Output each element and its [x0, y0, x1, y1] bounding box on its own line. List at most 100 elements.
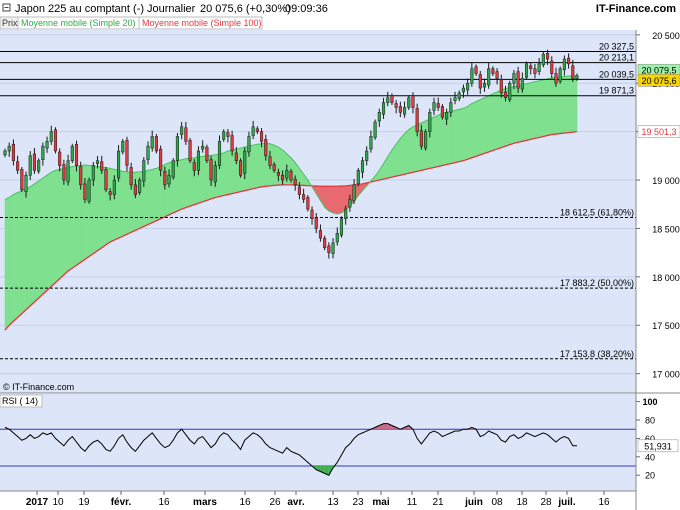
ma-fill-segment — [257, 143, 262, 189]
candle-body — [28, 155, 32, 176]
rsi-y-tick-label: 20 — [645, 471, 655, 481]
level-label: 20 213,1 — [599, 53, 634, 63]
x-tick-label: 16 — [598, 497, 610, 508]
candle-body — [499, 79, 503, 94]
ma-fill-segment — [8, 193, 14, 326]
candle-body — [32, 153, 36, 171]
candle-body — [352, 184, 356, 201]
candle-body — [377, 112, 381, 122]
candle-body — [41, 145, 45, 160]
candle-body — [209, 159, 213, 181]
candle-body — [247, 136, 251, 153]
level-label: 17 883,2 (50,00%) — [560, 278, 634, 288]
candle-body — [386, 97, 390, 103]
ma-fill-segment — [122, 170, 128, 237]
candle-body — [3, 150, 7, 156]
chart-canvas[interactable]: Japon 225 au comptant (-) Journalier 20 … — [0, 0, 680, 510]
candle-body — [272, 164, 276, 171]
x-tick-label: 19 — [78, 497, 90, 508]
ma-fill-segment — [559, 76, 565, 134]
x-tick-label: févr. — [111, 497, 132, 508]
ma-fill-segment — [534, 80, 540, 139]
ma-fill-segment — [404, 129, 410, 175]
ma-fill-segment — [522, 83, 527, 142]
ma-fill-segment — [458, 108, 464, 163]
candle-body — [567, 57, 571, 65]
candle-body — [7, 145, 11, 152]
candle-body — [222, 131, 226, 140]
candle-body — [70, 145, 74, 161]
ma-fill-segment — [227, 149, 233, 195]
candle-body — [554, 73, 558, 84]
candle-body — [335, 233, 339, 243]
candle-body — [255, 128, 259, 132]
ma-fill-segment — [517, 84, 523, 143]
ma-fill-segment — [471, 101, 477, 159]
rsi-label: RSI ( 14) — [2, 396, 38, 406]
candle-body — [125, 140, 129, 166]
x-tick-label: 11 — [407, 497, 418, 508]
candle-body — [129, 167, 133, 186]
candle-body — [24, 174, 28, 192]
x-tick-label: 13 — [327, 497, 339, 508]
ma-fill-segment — [475, 99, 481, 157]
ma-fill-segment — [450, 109, 456, 164]
ma-fill-segment — [412, 124, 418, 173]
ma-fill-segment — [547, 77, 553, 136]
ma-fill-segment — [513, 85, 519, 144]
ma-fill-segment — [55, 169, 60, 284]
rsi-y-tick-label: 100 — [642, 397, 657, 407]
ma-fill-segment — [181, 158, 187, 210]
candle-body — [171, 160, 175, 178]
ma-fill-segment — [568, 75, 574, 133]
ma-fill-segment — [328, 186, 334, 214]
candle-body — [491, 68, 495, 74]
ma-fill-segment — [467, 102, 473, 160]
candle-body — [373, 121, 377, 138]
candle-body — [163, 171, 167, 186]
level-label: 17 153,8 (38,20%) — [560, 349, 634, 359]
candle-body — [407, 97, 411, 108]
candle-body — [192, 162, 196, 171]
candle-body — [310, 209, 314, 220]
candle-body — [268, 156, 272, 166]
candle-body — [146, 145, 150, 160]
ma-fill-segment — [484, 95, 489, 154]
candle-body — [285, 170, 289, 179]
legend-price: Prix — [2, 18, 18, 28]
time-label: 09:09:36 — [285, 3, 328, 15]
candle-body — [297, 186, 301, 195]
ma-fill-segment — [496, 89, 502, 150]
ma-fill-segment — [454, 108, 460, 163]
candle-body — [381, 102, 386, 115]
candle-body — [205, 146, 209, 161]
candle-body — [276, 172, 280, 176]
candle-body — [167, 174, 171, 185]
candle-body — [159, 148, 163, 171]
candle-body — [150, 136, 154, 149]
candle-body — [449, 102, 453, 113]
rsi-plot-area[interactable] — [0, 394, 636, 491]
ma-fill-segment — [50, 169, 56, 288]
candle-body — [558, 68, 562, 82]
legend-ma100: Moyenne mobile (Simple 100) — [142, 18, 262, 28]
ma-fill-segment — [13, 192, 18, 323]
candle-body — [339, 218, 344, 236]
candle-body — [327, 245, 331, 253]
x-tick-label: juin — [464, 497, 483, 508]
candle-body — [529, 65, 533, 69]
candle-body — [360, 160, 365, 173]
candle-body — [445, 112, 449, 120]
candle-body — [154, 136, 158, 152]
candle-body — [344, 208, 348, 220]
y-tick-label: 18 000 — [652, 273, 680, 283]
ma-fill-segment — [572, 75, 578, 133]
ma-fill-segment — [63, 167, 69, 276]
candle-body — [541, 53, 545, 66]
instrument-title: Japon 225 au comptant (-) — [15, 3, 144, 15]
candle-body — [524, 63, 529, 78]
x-tick-label: mai — [372, 497, 389, 508]
candle-body — [87, 179, 91, 202]
candle-body — [238, 160, 243, 176]
x-tick-label: 08 — [491, 497, 503, 508]
